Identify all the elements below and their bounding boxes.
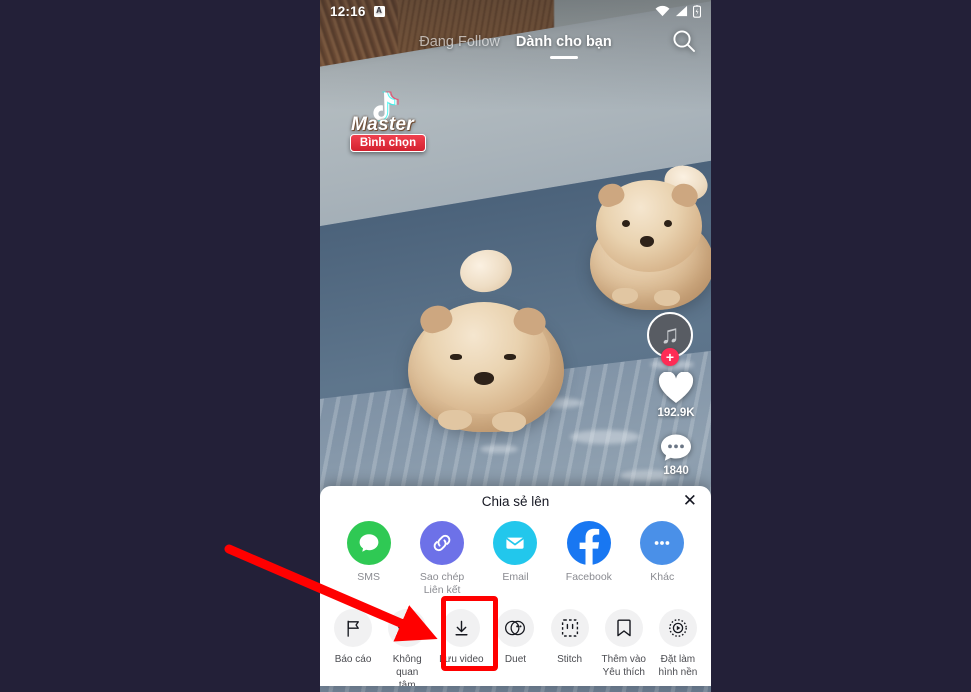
share-target-label: Facebook (565, 571, 612, 583)
share-target-facebook[interactable]: Facebook (558, 521, 620, 597)
action-label-line1: Thêm vào (601, 654, 646, 666)
download-icon (442, 609, 481, 648)
share-target-label: Email (502, 571, 529, 583)
action-label: Báo cáo (335, 653, 372, 666)
share-target-label: SMS (357, 571, 381, 583)
wallpaper-icon (658, 609, 697, 648)
share-sheet-title: Chia sẻ lên (481, 494, 550, 509)
share-target-sms[interactable]: SMS (338, 521, 400, 597)
like-count: 192.9K (657, 407, 695, 419)
share-targets-row: SMS Sao chép Liên kết Email Facebook Khá… (320, 517, 711, 597)
search-icon[interactable] (671, 28, 697, 54)
share-sheet-header: Chia sẻ lên ✕ (320, 486, 711, 517)
video-watermark-badge: Master Bình chọn (350, 91, 426, 152)
action-stitch[interactable]: Stitch (544, 609, 596, 686)
action-set-as-wallpaper[interactable]: Đặt làm hình nền (652, 609, 704, 686)
action-label-line2: Yêu thích (602, 667, 645, 679)
wifi-icon (655, 5, 670, 17)
phone-screen: 12:16 A Đang Follow Dành cho bạn Master … (320, 0, 711, 692)
vote-button[interactable]: Bình chọn (350, 134, 426, 152)
watermark-brand-text: Master (351, 114, 415, 135)
top-navigation: Đang Follow Dành cho bạn (320, 26, 711, 60)
stitch-icon (550, 609, 589, 648)
follow-button[interactable]: + (661, 348, 679, 366)
close-icon[interactable]: ✕ (683, 492, 697, 509)
action-label: Lưu video (439, 653, 484, 666)
action-label-line1: Stitch (557, 654, 583, 666)
status-bar: 12:16 A (320, 0, 711, 22)
share-target-copy-link[interactable]: Sao chép Liên kết (411, 521, 473, 597)
action-label-line2: hình nền (658, 667, 698, 679)
share-sheet: Chia sẻ lên ✕ SMS Sao chép Liên kết Emai… (320, 486, 711, 686)
share-target-label: Khác (650, 571, 675, 583)
comment-button[interactable]: 1840 (647, 433, 705, 477)
app-badge-icon: A (373, 5, 385, 17)
action-label: Stitch (557, 653, 582, 666)
flag-icon (334, 609, 373, 648)
duet-icon (496, 609, 535, 648)
avatar[interactable]: ♫ + (647, 312, 693, 366)
sms-icon (346, 521, 391, 565)
action-save-video[interactable]: Lưu video (435, 609, 487, 686)
email-icon (493, 521, 538, 565)
comment-count: 1840 (663, 465, 689, 477)
heart-icon (658, 372, 694, 403)
battery-icon (693, 4, 701, 18)
tiktok-note-logo: Master (350, 91, 426, 135)
action-label-line1: Báo cáo (334, 654, 372, 666)
facebook-icon (566, 521, 611, 565)
tab-following[interactable]: Đang Follow (419, 34, 500, 52)
more-dots-icon (640, 521, 685, 565)
action-label-line1: Đặt làm (660, 654, 696, 666)
share-target-email[interactable]: Email (484, 521, 546, 597)
share-target-label: Sao chép Liên kết (420, 571, 464, 597)
share-label-line1: Sao chép (419, 571, 465, 583)
action-label: Duet (505, 653, 526, 666)
video-action-rail: ♫ + 192.9K 1840 (647, 312, 705, 491)
puppy-back (584, 160, 711, 310)
action-not-interested[interactable]: Không quan tâm (381, 609, 433, 686)
scene-paint-splash (570, 430, 640, 444)
scene-paint-splash (480, 445, 518, 453)
comment-icon (661, 434, 691, 461)
heart-broken-icon (388, 609, 427, 648)
like-button[interactable]: 192.9K (647, 372, 705, 419)
status-time: 12:16 (330, 3, 366, 19)
video-actions-row: Báo cáo Không quan tâm Lưu video Duet St… (320, 597, 711, 686)
action-report[interactable]: Báo cáo (327, 609, 379, 686)
screenshot-canvas: 12:16 A Đang Follow Dành cho bạn Master … (0, 0, 971, 692)
bookmark-icon (604, 609, 643, 648)
action-label-line2: tâm (398, 680, 416, 686)
share-label-line2: Liên kết (423, 584, 461, 597)
link-icon (420, 521, 465, 565)
puppy-front (404, 245, 572, 440)
share-target-more[interactable]: Khác (631, 521, 693, 597)
action-label-line1: Lưu video (439, 654, 484, 666)
action-label-line1: Không quan (392, 654, 422, 679)
action-duet[interactable]: Duet (489, 609, 541, 686)
tab-for-you[interactable]: Dành cho bạn (516, 34, 612, 52)
action-label-line1: Duet (504, 654, 527, 666)
action-label: Không quan tâm (381, 653, 433, 686)
action-label: Đặt làm hình nền (658, 653, 697, 679)
action-label: Thêm vào Yêu thích (602, 653, 646, 679)
action-add-to-favorites[interactable]: Thêm vào Yêu thích (598, 609, 650, 686)
music-note-icon: ♫ (660, 318, 680, 349)
signal-icon (675, 5, 688, 17)
